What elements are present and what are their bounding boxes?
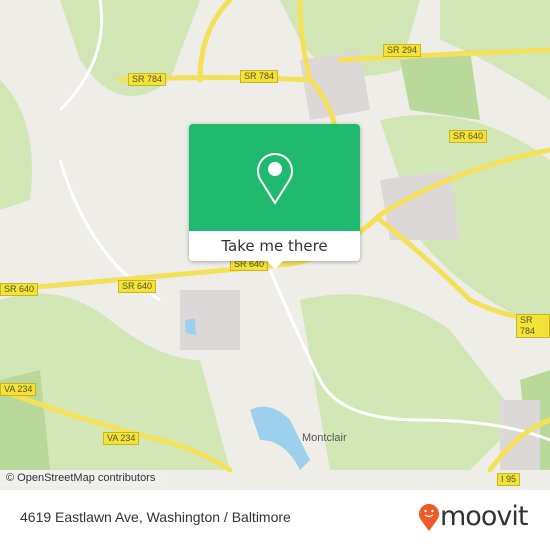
road-shield: SR 640 bbox=[449, 130, 488, 143]
moovit-pin-icon bbox=[419, 503, 439, 531]
address-text: 4619 Eastlawn Ave, Washington / Baltimor… bbox=[20, 509, 291, 525]
moovit-logo: moovit bbox=[418, 501, 528, 532]
button-label: Take me there bbox=[221, 237, 328, 255]
map-pin-icon bbox=[256, 152, 293, 205]
popup-header bbox=[189, 124, 360, 231]
popup-pointer bbox=[267, 261, 283, 269]
road-shield: VA 234 bbox=[103, 432, 140, 445]
attribution-text: © OpenStreetMap contributors bbox=[6, 472, 156, 484]
road-shield: VA 234 bbox=[0, 383, 37, 396]
road-shield: SR 294 bbox=[383, 44, 422, 57]
take-me-there-button[interactable]: Take me there bbox=[189, 231, 360, 261]
road-shield: I 95 bbox=[497, 473, 521, 486]
place-label: Montclair bbox=[302, 432, 347, 444]
road-shield: SR 640 bbox=[0, 283, 39, 296]
attribution[interactable]: © OpenStreetMap contributors bbox=[0, 470, 162, 486]
road-shield: SR 640 bbox=[118, 280, 157, 293]
road-shield: SR 784 bbox=[516, 314, 550, 338]
road-shield: SR 784 bbox=[240, 70, 279, 83]
destination-popup: Take me there bbox=[189, 124, 360, 269]
footer: 4619 Eastlawn Ave, Washington / Baltimor… bbox=[0, 490, 550, 550]
brand-name: moovit bbox=[440, 501, 528, 532]
road-shield: SR 784 bbox=[128, 73, 167, 86]
